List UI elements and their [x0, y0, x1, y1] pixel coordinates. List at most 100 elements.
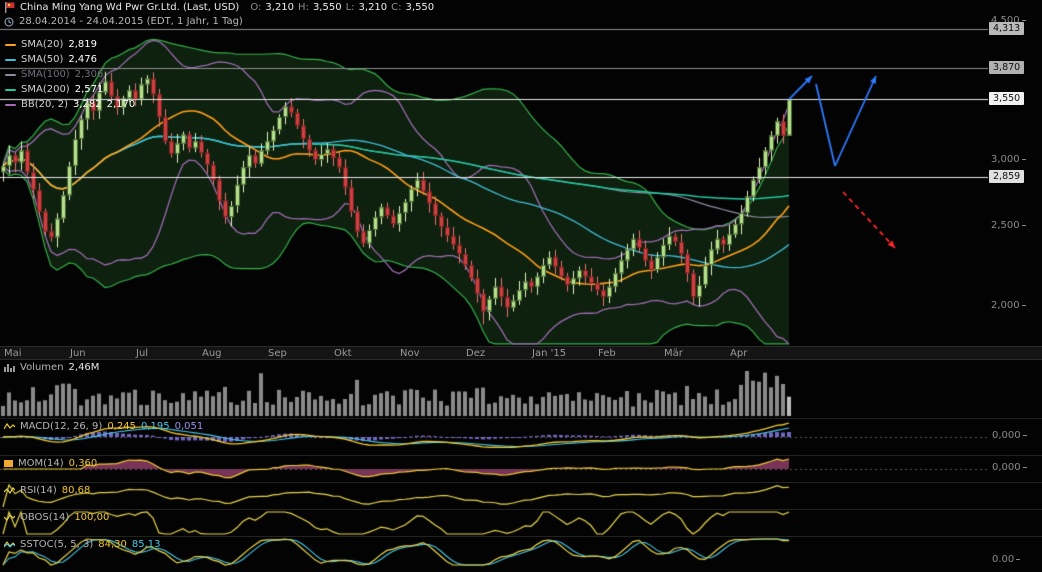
legend-item-sma50[interactable]: SMA(50) 2,476	[5, 52, 135, 67]
legend-item-sma20[interactable]: SMA(20) 2,819	[5, 37, 135, 52]
sma50-swatch-icon	[5, 59, 16, 61]
month-label: Jan '15	[532, 348, 566, 359]
volume-legend[interactable]: Volumen 2,46M	[4, 362, 99, 373]
price-axis[interactable]: 4,5003,0002,5002,0004,3133,8703,5502,859	[988, 14, 1042, 346]
volume-chart[interactable]	[0, 360, 988, 417]
macd-label: MACD(12, 26, 9)	[20, 421, 102, 432]
sma50-value: 2,476	[68, 54, 97, 65]
candlestick-chart[interactable]	[0, 14, 988, 346]
month-label: Nov	[400, 348, 420, 359]
legend-item-sma200[interactable]: SMA(200) 2,571	[5, 82, 135, 97]
sma200-label: SMA(200)	[21, 84, 70, 95]
obos-chart[interactable]	[0, 510, 988, 536]
macd-value: 0,245	[107, 421, 136, 432]
date-range-text: 28.04.2014 - 24.04.2015 (EDT, 1 Jahr, 1 …	[19, 16, 243, 27]
month-label: Mär	[664, 348, 683, 359]
open-label: O:	[250, 2, 261, 13]
momentum-axis-label: 0,000	[992, 462, 1027, 473]
macd-hist-value: 0,051	[175, 421, 204, 432]
close-value: 3,550	[406, 2, 435, 13]
sma200-swatch-icon	[5, 89, 16, 91]
bb-lower-value: 2,170	[107, 99, 136, 110]
sstoc-panel[interactable]: SSTOC(5, 5, 3) 84,30 85,13	[0, 536, 1042, 566]
sstoc-axis-label: 0.00	[992, 554, 1020, 565]
rsi-icon	[4, 486, 15, 495]
sstoc-d-value: 85,13	[132, 539, 161, 550]
volume-label: Volumen	[20, 362, 64, 373]
month-label: Sep	[268, 348, 287, 359]
momentum-label: MOM(14)	[18, 458, 64, 469]
month-label: Feb	[598, 348, 616, 359]
close-label: C:	[391, 2, 401, 13]
sma20-swatch-icon	[5, 44, 16, 46]
sstoc-legend[interactable]: SSTOC(5, 5, 3) 84,30 85,13	[4, 539, 161, 550]
sstoc-icon	[4, 540, 15, 549]
sstoc-k-value: 84,30	[98, 539, 127, 550]
rsi-panel[interactable]: RSI(14) 80,68	[0, 482, 1042, 508]
low-value: 3,210	[359, 2, 388, 13]
indicator-legend: SMA(20) 2,819 SMA(50) 2,476 SMA(100) 2,3…	[5, 37, 135, 112]
sma20-label: SMA(20)	[21, 39, 63, 50]
volume-panel[interactable]: Volumen 2,46M	[0, 360, 1042, 417]
instrument-header: China Ming Yang Wd Pwr Gr.Ltd. (Last, US…	[0, 1, 434, 14]
momentum-icon	[4, 459, 13, 468]
price-tick: 3,000	[991, 154, 1026, 165]
momentum-chart[interactable]	[0, 456, 988, 482]
ohlc-readout: O: 3,210 H: 3,550 L: 3,210 C: 3,550	[250, 2, 434, 13]
momentum-value: 0,360	[69, 458, 98, 469]
obos-label: OBOS(14)	[20, 512, 69, 523]
time-axis[interactable]: Mai Jun Jul Aug Sep Okt Nov Dez Jan '15 Feb Mär Apr	[0, 346, 1042, 360]
date-range-bar[interactable]: 28.04.2014 - 24.04.2015 (EDT, 1 Jahr, 1 …	[0, 15, 243, 28]
price-tick: 2,000	[991, 300, 1026, 311]
low-label: L:	[346, 2, 355, 13]
high-label: H:	[298, 2, 309, 13]
price-level-badge: 3,870	[989, 61, 1024, 74]
sstoc-label: SSTOC(5, 5, 3)	[20, 539, 93, 550]
instrument-flag-icon	[4, 2, 15, 13]
rsi-chart[interactable]	[0, 483, 988, 509]
sma100-value: 2,306	[75, 69, 104, 80]
obos-legend[interactable]: OBOS(14) 100,00	[4, 512, 109, 523]
open-value: 3,210	[265, 2, 294, 13]
high-value: 3,550	[313, 2, 342, 13]
instrument-title: China Ming Yang Wd Pwr Gr.Ltd. (Last, US…	[20, 2, 239, 13]
sma50-label: SMA(50)	[21, 54, 63, 65]
bb-swatch-icon	[5, 104, 16, 106]
obos-panel[interactable]: OBOS(14) 100,00	[0, 509, 1042, 535]
macd-legend[interactable]: MACD(12, 26, 9) 0,245 0,195 0,051	[4, 421, 203, 432]
sma200-value: 2,571	[75, 84, 104, 95]
month-label: Apr	[730, 348, 747, 359]
rsi-legend[interactable]: RSI(14) 80,68	[4, 485, 90, 496]
momentum-legend[interactable]: MOM(14) 0,360	[4, 458, 97, 469]
price-level-badge: 2,859	[989, 170, 1024, 183]
month-label: Jun	[70, 348, 86, 359]
month-label: Mai	[4, 348, 22, 359]
macd-icon	[4, 422, 15, 431]
month-label: Dez	[466, 348, 485, 359]
month-label: Aug	[202, 348, 222, 359]
macd-axis-label: 0,000	[992, 430, 1027, 441]
legend-item-bb[interactable]: BB(20, 2) 3,282 2,170	[5, 97, 135, 112]
clock-icon	[4, 17, 14, 27]
month-label: Jul	[136, 348, 148, 359]
sma100-label: SMA(100)	[21, 69, 70, 80]
legend-item-sma100[interactable]: SMA(100) 2,306	[5, 67, 135, 82]
obos-icon	[4, 513, 15, 522]
price-level-badge: 4,313	[989, 22, 1024, 35]
volume-value: 2,46M	[69, 362, 100, 373]
bb-upper-value: 3,282	[73, 99, 102, 110]
rsi-label: RSI(14)	[20, 485, 57, 496]
rsi-value: 80,68	[62, 485, 91, 496]
chart-application: China Ming Yang Wd Pwr Gr.Ltd. (Last, US…	[0, 0, 1042, 572]
obos-value: 100,00	[74, 512, 109, 523]
price-tick: 2,500	[991, 220, 1026, 231]
sma100-swatch-icon	[5, 74, 16, 76]
sma20-value: 2,819	[68, 39, 97, 50]
volume-icon	[4, 363, 15, 372]
month-label: Okt	[334, 348, 352, 359]
main-chart-area[interactable]	[0, 14, 988, 346]
momentum-panel[interactable]: MOM(14) 0,360	[0, 455, 1042, 481]
bb-label: BB(20, 2)	[21, 99, 68, 110]
macd-signal-value: 0,195	[141, 421, 170, 432]
macd-panel[interactable]: MACD(12, 26, 9) 0,245 0,195 0,051	[0, 418, 1042, 454]
